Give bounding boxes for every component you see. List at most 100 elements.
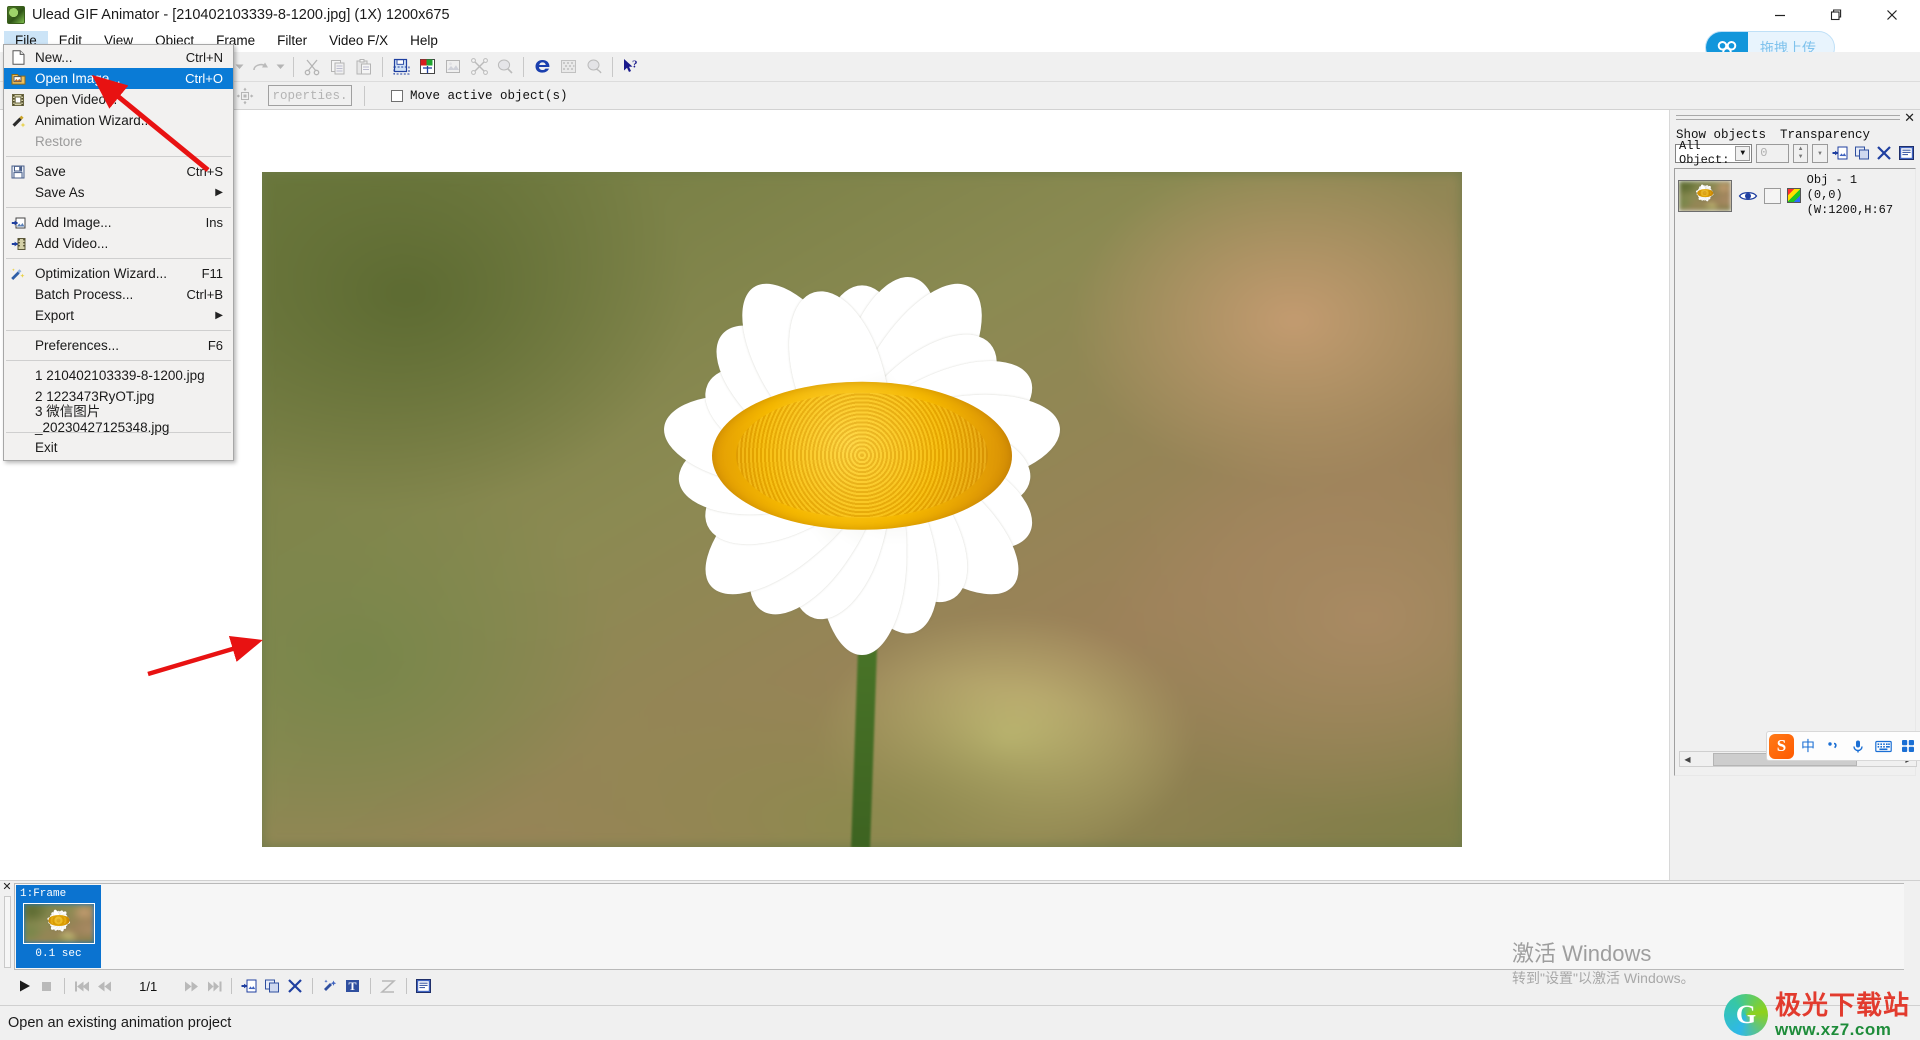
object-properties-button[interactable]: roperties. — [268, 85, 352, 106]
object-lock-checkbox[interactable] — [1764, 188, 1781, 204]
redo-icon[interactable] — [248, 55, 272, 79]
preview-icon[interactable] — [582, 55, 606, 79]
toolbox-icon[interactable] — [1897, 735, 1919, 757]
preview-dither-icon[interactable] — [556, 55, 580, 79]
close-icon[interactable]: ✕ — [0, 881, 14, 893]
ulead-app-icon — [7, 6, 25, 24]
preview-browser-icon[interactable] — [530, 55, 554, 79]
menu-item-label: 1 210402103339-8-1200.jpg — [35, 368, 205, 383]
frame-cell[interactable]: 1:Frame 0.1 sec — [16, 885, 101, 968]
paste-icon[interactable] — [352, 55, 376, 79]
object-list-item[interactable]: Obj - 1 (0,0)(W:1200,H:67 — [1675, 169, 1915, 222]
chevron-right-icon: ▶ — [215, 187, 223, 198]
save-selection-icon[interactable] — [389, 55, 413, 79]
sogou-ime-toolbar[interactable]: S 中 — [1766, 731, 1920, 761]
menu-filter[interactable]: Filter — [266, 31, 318, 51]
menu-item-batch-process[interactable]: Batch Process... Ctrl+B — [4, 284, 233, 305]
canvas-area[interactable] — [0, 110, 1670, 880]
add-banner-text-icon[interactable] — [320, 975, 341, 997]
delete-frame-icon[interactable] — [284, 975, 305, 997]
frame-strip[interactable]: 1:Frame 0.1 sec — [14, 883, 1904, 970]
menu-help[interactable]: Help — [399, 31, 449, 51]
menu-item-recent-1[interactable]: 1 210402103339-8-1200.jpg — [4, 365, 233, 386]
undo-dropdown-icon[interactable] — [233, 55, 246, 79]
panel-grip[interactable]: ✕ — [1670, 110, 1920, 126]
menu-item-accel: Ctrl+N — [186, 50, 223, 65]
menu-item-add-video[interactable]: Add Video... — [4, 233, 233, 254]
scroll-left-icon[interactable]: ◀ — [1680, 752, 1695, 766]
help-pointer-icon[interactable]: ? — [619, 55, 643, 79]
daisy-thumbnail — [1678, 180, 1732, 212]
add-object-icon[interactable] — [1832, 143, 1850, 163]
duplicate-object-icon[interactable] — [1854, 143, 1872, 163]
frame-title: 1:Frame — [20, 888, 97, 901]
site-url: www.xz7.com — [1775, 1021, 1910, 1038]
toolbar-divider — [612, 57, 613, 77]
close-icon[interactable]: ✕ — [1904, 111, 1915, 124]
crop-icon[interactable] — [493, 55, 517, 79]
first-frame-icon[interactable] — [72, 975, 93, 997]
punctuation-icon[interactable] — [1822, 735, 1844, 757]
redo-dropdown-icon[interactable] — [274, 55, 287, 79]
maximize-icon[interactable] — [1808, 0, 1864, 30]
copy-icon[interactable] — [326, 55, 350, 79]
transparency-stepper[interactable]: ▲▼ — [1793, 144, 1808, 163]
previous-frame-icon[interactable] — [95, 975, 116, 997]
menu-item-add-image[interactable]: Add Image... Ins — [4, 212, 233, 233]
cut-icon[interactable] — [300, 55, 324, 79]
minimize-icon[interactable] — [1752, 0, 1808, 30]
menu-item-label: Save As — [35, 185, 85, 200]
last-frame-icon[interactable] — [204, 975, 225, 997]
chinese-mode-icon[interactable]: 中 — [1797, 735, 1819, 757]
menu-item-export[interactable]: Export ▶ — [4, 305, 233, 326]
keyboard-icon[interactable] — [1872, 735, 1894, 757]
menu-item-new[interactable]: New... Ctrl+N — [4, 47, 233, 68]
show-objects-select[interactable]: All Object: ▼ — [1675, 144, 1752, 163]
menu-item-recent-3[interactable]: 3 微信图片_20230427125348.jpg — [4, 407, 233, 428]
site-watermark: G 极光下载站 www.xz7.com — [1724, 992, 1910, 1038]
menu-item-exit[interactable]: Exit — [4, 437, 233, 458]
tween-icon[interactable] — [378, 975, 399, 997]
toolbar-divider — [312, 978, 313, 994]
sogou-logo-icon[interactable]: S — [1769, 734, 1794, 759]
play-icon[interactable] — [14, 975, 35, 997]
frame-properties-icon[interactable] — [413, 975, 434, 997]
daisy-photo[interactable] — [262, 172, 1462, 847]
delete-object-icon[interactable] — [1875, 143, 1893, 163]
transparency-input[interactable]: 0 — [1756, 144, 1789, 163]
close-icon[interactable] — [1864, 0, 1920, 30]
move-active-objects-checkbox[interactable]: Move active object(s) — [391, 89, 568, 103]
menu-item-accel: F11 — [202, 266, 223, 281]
add-image-frame-icon[interactable] — [415, 55, 439, 79]
save-icon — [9, 163, 27, 181]
svg-text:?: ? — [632, 59, 638, 71]
add-image-icon — [9, 214, 27, 232]
move-active-objects-label: Move active object(s) — [410, 89, 568, 103]
object-palette-icon[interactable] — [1787, 188, 1800, 203]
frame-panel-vscrollbar[interactable] — [4, 896, 11, 968]
menu-video-fx[interactable]: Video F/X — [318, 31, 399, 51]
transparency-dropdown[interactable]: ▼ — [1812, 144, 1827, 163]
menu-item-save-as[interactable]: Save As ▶ — [4, 182, 233, 203]
title-bar: Ulead GIF Animator - [210402103339-8-120… — [0, 0, 1920, 30]
add-text-icon[interactable]: T — [342, 975, 363, 997]
delete-node-icon[interactable] — [467, 55, 491, 79]
object-visibility-icon[interactable] — [1738, 186, 1758, 206]
menu-separator — [6, 207, 231, 208]
toolbar-divider — [64, 978, 65, 994]
menu-item-optimization-wizard[interactable]: Optimization Wizard... F11 — [4, 263, 233, 284]
object-list[interactable]: Obj - 1 (0,0)(W:1200,H:67 ◀ ▶ — [1674, 168, 1916, 776]
optimize-icon[interactable] — [441, 55, 465, 79]
object-toolbar: roperties. Move active object(s) — [0, 82, 1920, 110]
stop-icon[interactable] — [37, 975, 58, 997]
duplicate-frame-icon[interactable] — [262, 975, 283, 997]
microphone-icon[interactable] — [1847, 735, 1869, 757]
toolbar-divider — [523, 57, 524, 77]
menu-item-preferences[interactable]: Preferences... F6 — [4, 335, 233, 356]
object-align-icon[interactable] — [233, 84, 257, 108]
menu-item-label: Save — [35, 164, 66, 179]
menu-item-label: Restore — [35, 134, 82, 149]
next-frame-icon[interactable] — [181, 975, 202, 997]
add-frame-icon[interactable] — [239, 975, 260, 997]
object-properties-icon[interactable] — [1897, 143, 1915, 163]
